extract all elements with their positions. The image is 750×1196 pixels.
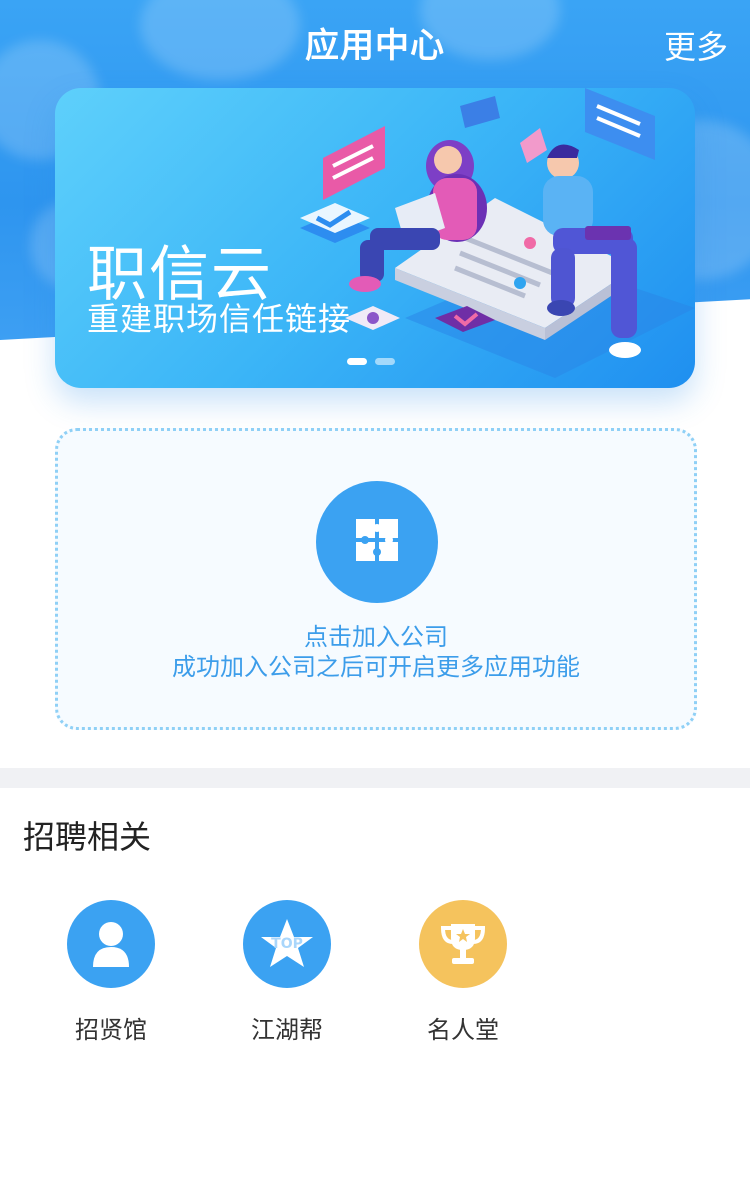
puzzle-icon — [354, 517, 400, 567]
app-label: 名人堂 — [427, 1016, 499, 1044]
svg-text:TOP: TOP — [271, 936, 303, 952]
app-label: 江湖帮 — [251, 1016, 323, 1044]
page-title: 应用中心 — [305, 26, 445, 66]
more-button[interactable]: 更多 — [664, 22, 728, 68]
carousel-dot-2[interactable] — [375, 358, 395, 365]
app-label: 招贤馆 — [75, 1016, 147, 1044]
section-divider — [0, 768, 750, 788]
banner-illustration — [300, 88, 695, 378]
join-company-hint: 成功加入公司之后可开启更多应用功能 — [172, 653, 580, 681]
join-company-card[interactable]: 点击加入公司 成功加入公司之后可开启更多应用功能 — [55, 428, 697, 730]
join-company-button[interactable] — [316, 481, 438, 603]
carousel-indicator[interactable] — [347, 358, 395, 365]
banner-subtitle: 重建职场信任链接 — [87, 300, 352, 338]
banner-carousel[interactable]: 职信云 重建职场信任链接 — [55, 88, 695, 388]
app-mingrentang[interactable]: 名人堂 — [398, 900, 528, 1045]
carousel-dot-1[interactable] — [347, 358, 367, 365]
trophy-icon — [419, 900, 507, 988]
app-zhaoxianguan[interactable]: 招贤馆 — [46, 900, 176, 1045]
app-jianghubang[interactable]: TOP 江湖帮 — [222, 900, 352, 1045]
section-title-recruit: 招聘相关 — [23, 818, 152, 856]
top-star-icon: TOP — [243, 900, 331, 988]
user-icon — [67, 900, 155, 988]
